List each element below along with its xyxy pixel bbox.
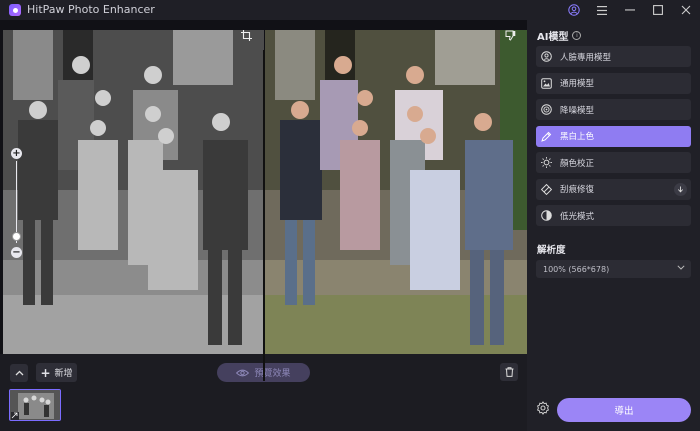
crop-icon[interactable] — [241, 30, 252, 44]
download-icon[interactable] — [674, 182, 687, 196]
original-image — [3, 30, 264, 361]
model-item-general[interactable]: 通用模型 — [536, 72, 691, 94]
lowlight-icon — [541, 210, 552, 221]
delete-button[interactable] — [500, 363, 518, 381]
user-icon[interactable] — [560, 0, 588, 20]
zoom-track[interactable] — [16, 161, 17, 243]
settings-gear-icon[interactable] — [536, 401, 550, 415]
window-controls — [560, 0, 700, 20]
model-label: 人臉專用模型 — [560, 52, 612, 63]
face-icon — [541, 51, 552, 62]
resolution-value: 100% (566*678) — [543, 264, 610, 274]
chevron-down-icon — [677, 263, 685, 273]
minimize-icon[interactable] — [616, 0, 644, 20]
model-label: 通用模型 — [560, 79, 595, 89]
model-item-scratch-repair[interactable]: 刮痕修復 — [536, 178, 691, 200]
plus-icon: + — [40, 365, 51, 380]
zoom-handle[interactable] — [12, 232, 21, 241]
trash-icon — [505, 367, 513, 377]
image-viewer[interactable]: + − — [0, 20, 527, 381]
zoom-in-icon[interactable]: + — [11, 148, 22, 159]
export-button[interactable]: 導出 — [557, 398, 691, 422]
add-button-label: 新增 — [54, 369, 73, 379]
preview-button-label: 預覽效果 — [254, 369, 291, 379]
scratch-repair-icon — [541, 183, 552, 195]
model-label: 顏色校正 — [560, 158, 595, 169]
model-label: 黑白上色 — [560, 132, 595, 142]
model-item-lowlight[interactable]: 低光模式 — [536, 205, 691, 226]
app-logo-icon — [9, 4, 21, 16]
zoom-out-icon[interactable]: − — [11, 247, 22, 258]
resolution-select[interactable]: 100% (566*678) — [536, 260, 691, 278]
thumbnail-item[interactable] — [9, 389, 61, 421]
model-item-denoise[interactable]: 降噪模型 — [536, 99, 691, 120]
resolution-label: 解析度 — [537, 245, 566, 256]
chevron-up-icon — [15, 370, 23, 376]
colorize-icon — [541, 131, 552, 142]
model-list: 人臉專用模型 通用模型 降噪模型 黑白上色 顏色校正 刮痕修復 低光模式 — [536, 46, 691, 232]
ai-model-title: AI模型 — [537, 32, 569, 43]
model-item-color-correction[interactable]: 顏色校正 — [536, 152, 691, 173]
dislike-icon[interactable] — [505, 30, 516, 44]
info-icon[interactable]: i — [572, 31, 582, 40]
model-item-colorize[interactable]: 黑白上色 — [536, 125, 691, 147]
ai-model-section: AI模型 i — [537, 28, 582, 43]
compare-divider[interactable] — [263, 50, 265, 381]
app-title: HitPaw Photo Enhancer — [27, 3, 155, 16]
enhanced-image — [265, 30, 527, 361]
collapse-button[interactable] — [10, 364, 28, 382]
zoom-slider[interactable]: + − — [11, 148, 23, 258]
image-icon — [541, 77, 552, 89]
menu-icon[interactable] — [588, 0, 616, 20]
denoise-icon — [541, 104, 552, 115]
title-bar: HitPaw Photo Enhancer — [0, 0, 700, 20]
model-label: 降噪模型 — [560, 105, 595, 116]
close-icon[interactable] — [672, 0, 700, 20]
model-label: 刮痕修復 — [560, 185, 595, 195]
model-label: 低光模式 — [560, 211, 595, 222]
side-panel: AI模型 i 人臉專用模型 通用模型 降噪模型 黑白上色 顏色校正 刮痕修復 低… — [527, 20, 700, 431]
model-item-face[interactable]: 人臉專用模型 — [536, 46, 691, 67]
maximize-icon[interactable] — [644, 0, 672, 20]
eye-icon — [236, 369, 250, 376]
add-button[interactable]: + 新增 — [36, 363, 77, 382]
brightness-icon — [541, 157, 552, 168]
